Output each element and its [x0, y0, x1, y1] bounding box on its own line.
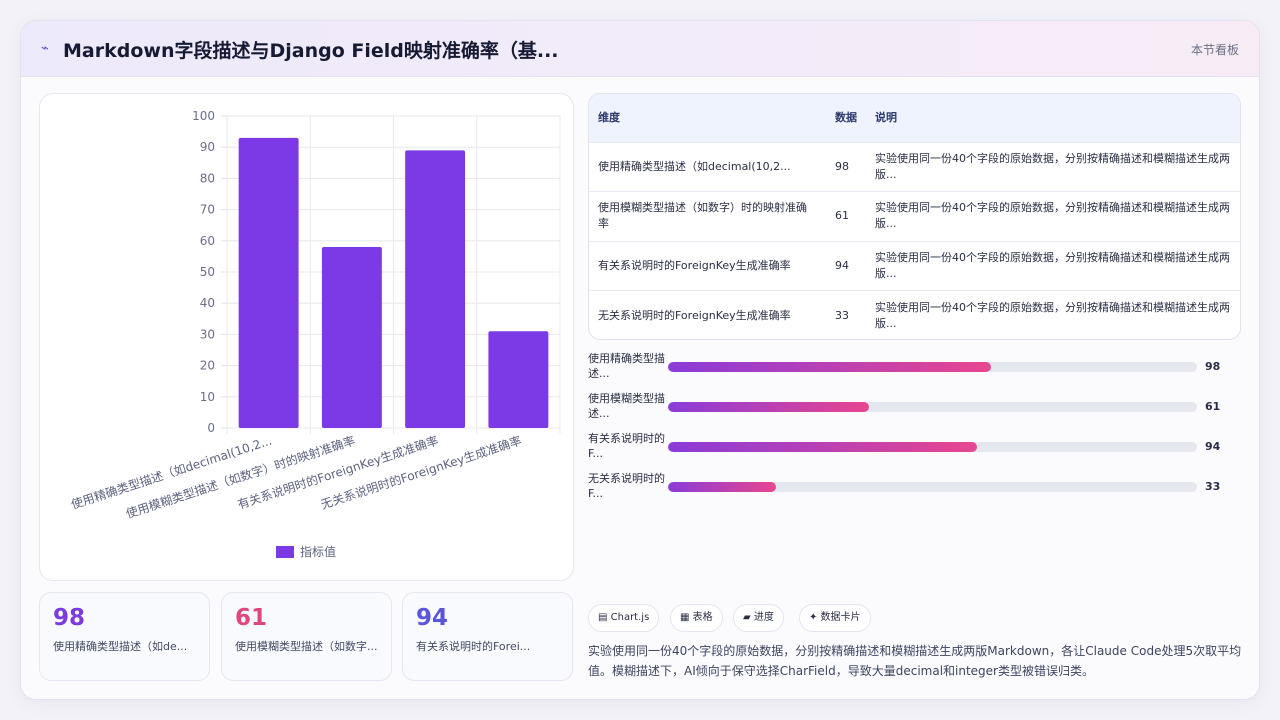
cell-data: 33: [835, 308, 849, 322]
progress-fill: [668, 482, 777, 492]
progress-track: [668, 362, 1197, 372]
y-tick-label: 30: [200, 327, 215, 341]
progress-fill: [668, 362, 991, 372]
column-header-note: 说明: [875, 111, 897, 125]
progress-value: 61: [1205, 400, 1221, 413]
cell-data: 61: [835, 209, 849, 223]
table-row: 使用精确类型描述（如decimal(10,2... 98 实验使用同一份40个字…: [589, 142, 1240, 192]
table-header-row: 维度 数据 说明: [589, 94, 1240, 142]
y-tick-label: 90: [200, 140, 215, 154]
stat-value: 94: [416, 605, 449, 631]
column-header-dimension: 维度: [598, 111, 620, 125]
progress-label: 使用模糊类型描述...: [588, 392, 665, 420]
cell-note: 实验使用同一份40个字段的原始数据，分别按精确描述和模糊描述生成两版...: [875, 151, 1230, 181]
chip-chartjs[interactable]: ▤ Chart.js: [588, 604, 660, 632]
cell-dimension: 使用精确类型描述（如decimal(10,2...: [598, 159, 791, 173]
stat-card-1: 98 使用精确类型描述（如de...: [39, 592, 210, 681]
progress-label: 无关系说明时的F...: [588, 472, 665, 500]
y-tick-label: 100: [192, 109, 215, 123]
progress-label: 有关系说明时的F...: [588, 432, 665, 460]
stat-card-2: 61 使用模糊类型描述（如数字...: [221, 592, 392, 681]
cell-data: 94: [835, 258, 849, 272]
data-table-card: 维度 数据 说明 使用精确类型描述（如decimal(10,2... 98 实验…: [588, 93, 1241, 340]
stat-value: 98: [53, 605, 86, 631]
column-header-data: 数据: [835, 111, 857, 125]
stat-label: 使用精确类型描述（如de...: [53, 640, 188, 653]
y-tick-label: 80: [200, 171, 215, 185]
progress-list: 使用精确类型描述... 98 使用模糊类型描述... 61 有关系说明时的F..…: [588, 351, 1241, 511]
chart-sparkline-icon: ⌁: [41, 41, 49, 56]
progress-value: 33: [1205, 480, 1221, 493]
table-row: 有关系说明时的ForeignKey生成准确率 94 实验使用同一份40个字段的原…: [589, 241, 1240, 291]
header: ⌁ Markdown字段描述与Django Field映射准确率（基... 本节…: [21, 21, 1259, 77]
legend-label: 指标值: [300, 544, 336, 559]
page-title: Markdown字段描述与Django Field映射准确率（基...: [63, 40, 559, 62]
progress-track: [668, 442, 1197, 452]
cell-dimension: 使用模糊类型描述（如数字）时的映射准确率: [598, 201, 807, 231]
y-tick-label: 40: [200, 296, 215, 310]
progress-row: 使用模糊类型描述... 61: [588, 391, 1241, 427]
progress-value: 94: [1205, 440, 1221, 453]
progress-fill: [668, 402, 870, 412]
chip-progress[interactable]: ▰ 进度: [733, 604, 784, 632]
data-table: 维度 数据 说明 使用精确类型描述（如decimal(10,2... 98 实验…: [589, 94, 1240, 340]
progress-label: 使用精确类型描述...: [588, 352, 665, 380]
description-text: 实验使用同一份40个字段的原始数据，分别按精确描述和模糊描述生成两版Markdo…: [588, 644, 1242, 678]
cell-dimension: 有关系说明时的ForeignKey生成准确率: [598, 258, 791, 272]
cell-data: 98: [835, 159, 849, 173]
bar-chart: 0102030405060708090100使用精确类型描述（如decimal(…: [69, 109, 561, 559]
progress-fill: [668, 442, 978, 452]
bar-3: [405, 150, 466, 428]
stat-label: 有关系说明时的Forei...: [416, 640, 531, 653]
y-tick-label: 0: [207, 421, 215, 435]
cell-note: 实验使用同一份40个字段的原始数据，分别按精确描述和模糊描述生成两版...: [875, 201, 1230, 231]
progress-row: 有关系说明时的F... 94: [588, 431, 1241, 467]
y-tick-label: 50: [200, 265, 215, 279]
progress-row: 使用精确类型描述... 98: [588, 351, 1241, 387]
progress-track: [668, 402, 1197, 412]
bar-1: [238, 137, 299, 428]
y-tick-label: 60: [200, 234, 215, 248]
progress-row: 无关系说明时的F... 33: [588, 471, 1241, 507]
y-tick-label: 20: [200, 359, 215, 373]
bar-2: [321, 247, 382, 428]
chip-data-cards[interactable]: ✦ 数据卡片: [799, 604, 871, 632]
table-row: 无关系说明时的ForeignKey生成准确率 33 实验使用同一份40个字段的原…: [589, 290, 1240, 340]
cell-dimension: 无关系说明时的ForeignKey生成准确率: [598, 308, 791, 322]
dashboard-panel: ⌁ Markdown字段描述与Django Field映射准确率（基... 本节…: [20, 20, 1260, 700]
cell-note: 实验使用同一份40个字段的原始数据，分别按精确描述和模糊描述生成两版...: [875, 250, 1230, 280]
stat-label: 使用模糊类型描述（如数字...: [235, 640, 378, 653]
bar-4: [488, 331, 549, 428]
stat-card-3: 94 有关系说明时的Forei...: [402, 592, 573, 681]
stat-value: 61: [235, 605, 268, 631]
table-row: 使用模糊类型描述（如数字）时的映射准确率 61 实验使用同一份40个字段的原始数…: [589, 191, 1240, 242]
bar-chart-card: 0 10 20 30 40 50 60 70 80 90 100 使用精确类型描述（如decimal(…: [39, 93, 574, 581]
y-tick-label: 10: [200, 390, 215, 404]
progress-value: 98: [1205, 360, 1221, 373]
legend-swatch: [276, 546, 294, 558]
chip-table[interactable]: ▦ 表格: [670, 604, 723, 632]
section-board-link[interactable]: 本节看板: [1191, 41, 1239, 58]
y-tick-label: 70: [200, 203, 215, 217]
progress-track: [668, 482, 1197, 492]
cell-note: 实验使用同一份40个字段的原始数据，分别按精确描述和模糊描述生成两版...: [875, 300, 1230, 330]
